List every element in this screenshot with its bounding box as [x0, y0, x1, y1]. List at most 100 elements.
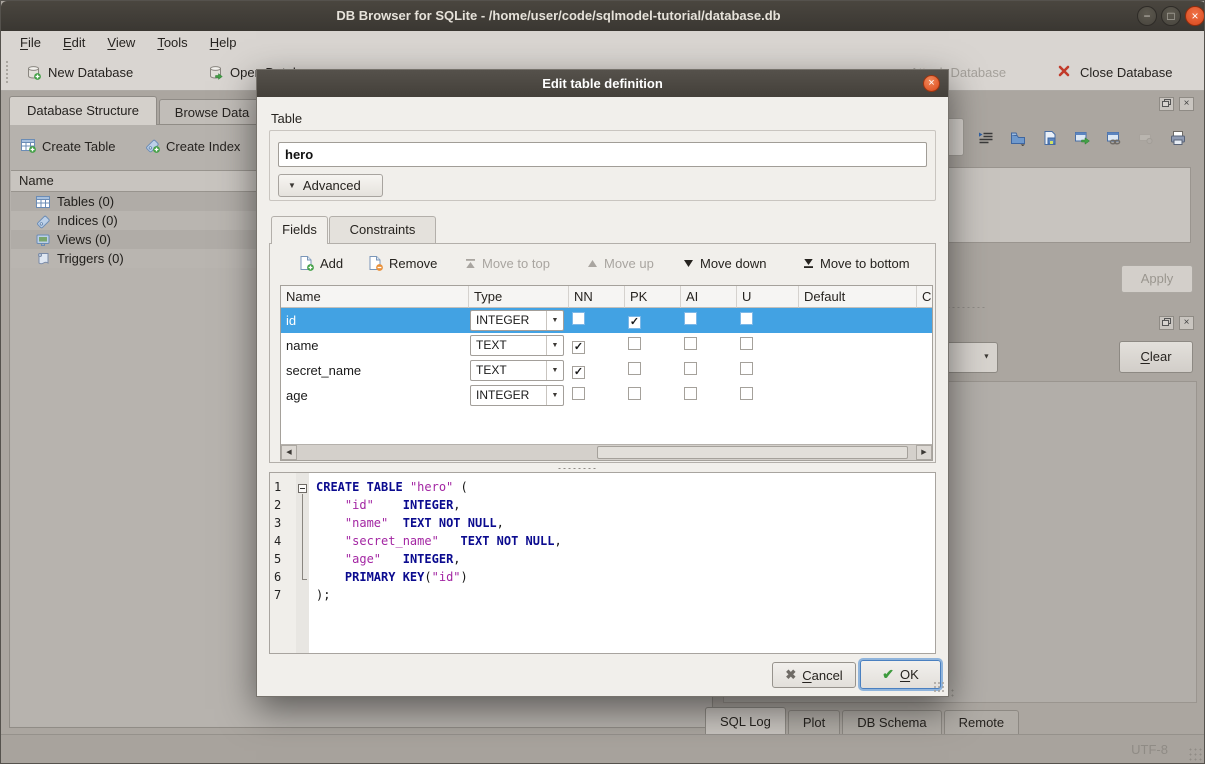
toolbar-grip[interactable]: [5, 60, 10, 84]
chevron-down-icon[interactable]: ▼: [546, 311, 563, 330]
type-select-value: INTEGER: [476, 388, 529, 402]
move-to-bottom-button[interactable]: Move to bottom: [803, 251, 910, 275]
encoding-indicator[interactable]: UTF-8: [1131, 742, 1168, 757]
column-header-pk[interactable]: PK: [625, 286, 681, 308]
dialog-close-icon[interactable]: ×: [923, 75, 940, 92]
maximize-icon[interactable]: □: [1161, 6, 1181, 26]
horizontal-scrollbar[interactable]: ◀ ▶: [281, 444, 932, 460]
sql-code-line: CREATE TABLE "hero" (: [316, 480, 468, 494]
table-row[interactable]: secret_nameTEXT▼ ✓: [281, 358, 932, 383]
bottom-tab-plot[interactable]: Plot: [788, 710, 840, 735]
ok-button[interactable]: ✔ OK: [860, 660, 941, 689]
column-header-default[interactable]: Default: [799, 286, 917, 308]
column-header-u[interactable]: U: [737, 286, 799, 308]
create-table-button[interactable]: Create Table: [20, 133, 115, 159]
collapse-icon[interactable]: [298, 484, 307, 493]
set-null-icon[interactable]: [1133, 124, 1159, 152]
table-row[interactable]: idINTEGER▼ ✓: [281, 308, 932, 333]
remove-button[interactable]: Remove: [367, 251, 437, 275]
type-select[interactable]: TEXT▼: [470, 360, 564, 381]
cancel-button[interactable]: ✖ Cancel: [772, 662, 856, 688]
tab-fields[interactable]: Fields: [271, 216, 328, 244]
chevron-down-icon[interactable]: ▼: [546, 386, 563, 405]
sql-preview[interactable]: 1CREATE TABLE "hero" (2 "id" INTEGER,3 "…: [269, 472, 936, 654]
import-icon[interactable]: [1005, 124, 1031, 152]
ai-checkbox[interactable]: [684, 337, 697, 350]
nn-checkbox[interactable]: [572, 312, 585, 325]
move-down-button[interactable]: Move down: [683, 251, 766, 275]
dialog-titlebar[interactable]: Edit table definition ×: [257, 70, 948, 97]
dock-float-icon[interactable]: [1159, 97, 1174, 111]
print-icon[interactable]: [1165, 124, 1191, 152]
menu-help[interactable]: Help: [199, 31, 248, 54]
type-select[interactable]: TEXT▼: [470, 335, 564, 356]
scrollbar-thumb[interactable]: [597, 446, 908, 459]
pk-checkbox[interactable]: [628, 362, 641, 375]
link-icon[interactable]: [1101, 124, 1127, 152]
tab-database-structure[interactable]: Database Structure: [9, 96, 157, 125]
scroll-left-icon[interactable]: ◀: [281, 445, 297, 460]
new-database-button[interactable]: New Database: [25, 60, 133, 84]
tab-browse-data[interactable]: Browse Data: [159, 99, 265, 125]
dock-close-icon[interactable]: ×: [1179, 316, 1194, 330]
type-select[interactable]: INTEGER▼: [470, 310, 564, 331]
type-select[interactable]: INTEGER ▼: [470, 385, 564, 406]
u-checkbox[interactable]: [740, 387, 753, 400]
column-header-name[interactable]: Name: [281, 286, 469, 308]
bottom-tab-sql-log[interactable]: SQL Log: [705, 707, 786, 735]
ai-checkbox[interactable]: [684, 312, 697, 325]
u-checkbox[interactable]: [740, 362, 753, 375]
close-database-button[interactable]: Close Database: [1057, 60, 1173, 84]
dialog-resize-grip[interactable]: [933, 681, 945, 693]
dock-float-icon[interactable]: [1159, 316, 1174, 330]
chevron-down-icon[interactable]: ▼: [546, 336, 563, 355]
field-name-cell[interactable]: name: [281, 338, 469, 353]
u-checkbox[interactable]: [740, 312, 753, 325]
field-name-cell[interactable]: secret_name: [281, 363, 469, 378]
scroll-right-icon[interactable]: ▶: [916, 445, 932, 460]
export-icon[interactable]: [1037, 124, 1063, 152]
field-name-cell[interactable]: age: [281, 388, 469, 403]
menu-tools[interactable]: Tools: [146, 31, 198, 54]
add-button[interactable]: Add: [298, 251, 343, 275]
nn-checkbox[interactable]: ✓: [572, 341, 585, 354]
table-name-input[interactable]: hero: [278, 142, 927, 167]
pk-checkbox[interactable]: [628, 387, 641, 400]
tab-constraints[interactable]: Constraints: [329, 216, 436, 243]
external-app-icon[interactable]: [1069, 124, 1095, 152]
column-header-ai[interactable]: AI: [681, 286, 737, 308]
chevron-down-icon[interactable]: ▼: [546, 361, 563, 380]
bottom-tab-db-schema[interactable]: DB Schema: [842, 710, 941, 735]
fold-marker[interactable]: [296, 480, 309, 498]
view-icon: [35, 232, 51, 248]
close-icon[interactable]: ×: [1185, 6, 1205, 26]
edit-mode-icon[interactable]: [973, 124, 999, 152]
table-row[interactable]: nameTEXT▼ ✓: [281, 333, 932, 358]
nn-checkbox[interactable]: [572, 387, 585, 400]
column-header-type[interactable]: Type: [469, 286, 569, 308]
sql-splitter-handle[interactable]: [557, 467, 597, 470]
menu-file[interactable]: File: [9, 31, 52, 54]
create-index-button[interactable]: Create Index: [144, 133, 240, 159]
field-name-cell[interactable]: id: [281, 313, 469, 328]
pk-checkbox[interactable]: ✓: [628, 316, 641, 329]
tree-item-label: Tables (0): [57, 194, 114, 209]
ai-checkbox[interactable]: [684, 362, 697, 375]
dock-close-icon[interactable]: ×: [1179, 97, 1194, 111]
advanced-button[interactable]: ▼ Advanced: [278, 174, 383, 197]
nn-checkbox[interactable]: ✓: [572, 366, 585, 379]
table-row[interactable]: age INTEGER ▼: [281, 383, 932, 408]
column-header-nn[interactable]: NN: [569, 286, 625, 308]
minimize-icon[interactable]: −: [1137, 6, 1157, 26]
clear-button[interactable]: Clear: [1119, 341, 1193, 373]
bottom-tab-remote[interactable]: Remote: [944, 710, 1020, 735]
window-resize-grip[interactable]: [1188, 747, 1202, 761]
column-header-check[interactable]: Check: [917, 286, 933, 308]
pk-checkbox[interactable]: [628, 337, 641, 350]
sql-code-line: );: [316, 588, 330, 602]
table-label: Table: [271, 111, 302, 126]
u-checkbox[interactable]: [740, 337, 753, 350]
menu-view[interactable]: View: [96, 31, 146, 54]
menu-edit[interactable]: Edit: [52, 31, 96, 54]
ai-checkbox[interactable]: [684, 387, 697, 400]
